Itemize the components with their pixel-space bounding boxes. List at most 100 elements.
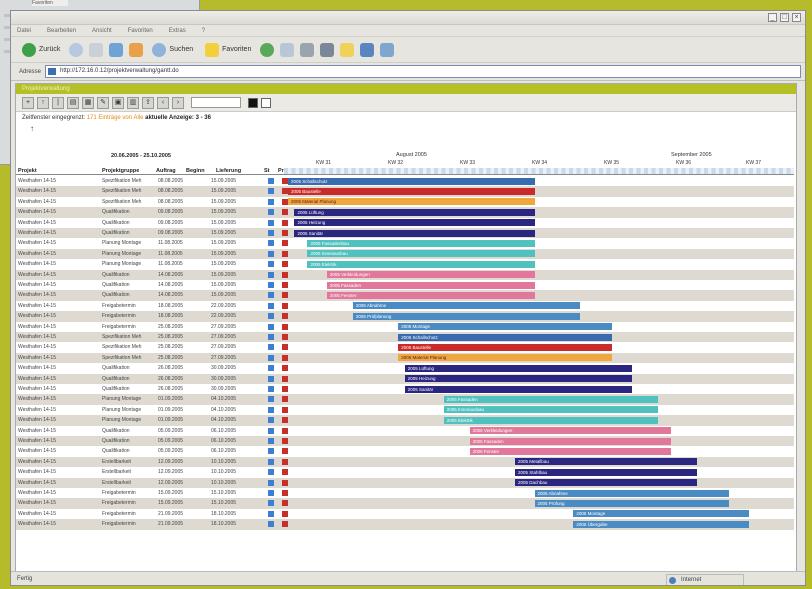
table-row[interactable]: Westhafen 14-15 Qualifikation 09.08.2005 15… [16, 228, 794, 239]
priority-flag-icon[interactable] [282, 209, 288, 216]
status-flag-icon[interactable] [268, 302, 274, 309]
gantt-bar[interactable]: 2005 Fassadenbau [307, 239, 535, 247]
stop-icon[interactable] [89, 42, 104, 57]
chart-icon[interactable]: ▤ [67, 96, 79, 109]
home-icon[interactable] [129, 42, 144, 57]
status-flag-icon[interactable] [268, 334, 274, 340]
menu-edit[interactable]: Bearbeiten [47, 28, 76, 34]
table-row[interactable]: Westhafen 14-15 Spezifikation Meh 25.08.20… [16, 352, 794, 364]
priority-flag-icon[interactable] [282, 323, 288, 330]
gantt-bar[interactable]: 2005 Fassaden [469, 437, 671, 445]
status-flag-icon[interactable] [268, 386, 274, 392]
table-row[interactable]: Westhafen 14-15 Planung Montage 01.09.2005… [16, 394, 794, 405]
status-flag-icon[interactable] [268, 292, 274, 299]
gantt-bar[interactable]: 2005 Schallschutz [398, 333, 613, 341]
messenger-icon[interactable] [360, 42, 375, 57]
status-flag-icon[interactable] [268, 365, 274, 372]
table-row[interactable]: Westhafen 14-15 Spezifikation Meh 25.08.20… [16, 342, 794, 353]
gantt-bar[interactable]: 2005 Sanitär [404, 385, 632, 393]
menu-view[interactable]: Ansicht [92, 28, 112, 34]
gantt-bar[interactable]: 2005 Heizung [294, 219, 535, 227]
table-row[interactable]: Westhafen 14-15 Spezifikation Meh 08.08.20… [16, 176, 794, 187]
priority-flag-icon[interactable] [282, 458, 288, 465]
table-row[interactable]: Westhafen 14-15 Qualifikation 14.08.2005 15… [16, 280, 794, 291]
gantt-bar[interactable]: 2005 Prüfung [534, 499, 730, 507]
table-row[interactable]: Westhafen 14-15 Freigabetermin 21.09.2005 1… [16, 508, 794, 520]
status-flag-icon[interactable] [268, 490, 274, 496]
mail-icon[interactable] [280, 42, 295, 57]
table-row[interactable]: Westhafen 14-15 Spezifikation Meh 25.08.20… [16, 332, 794, 343]
status-flag-icon[interactable] [268, 479, 274, 486]
gantt-bar[interactable]: 2005 Fassaden [443, 395, 658, 403]
status-flag-icon[interactable] [268, 250, 274, 257]
table-row[interactable]: Westhafen 14-15 Freigabetermin 18.08.2005 2… [16, 300, 794, 312]
background-window-tab[interactable]: Favoriten [32, 0, 68, 6]
status-flag-icon[interactable] [268, 375, 274, 382]
gantt-bar[interactable]: 2005 Prüfplanung [352, 312, 580, 320]
table-row[interactable]: Westhafen 14-15 Planung Montage 01.09.2005… [16, 404, 794, 416]
menu-help[interactable]: ? [202, 28, 205, 34]
status-flag-icon[interactable] [268, 344, 274, 351]
gantt-bar[interactable]: 2005 Sanitär [294, 229, 535, 237]
right-arrow-icon[interactable]: › [172, 96, 184, 109]
priority-flag-icon[interactable] [282, 438, 288, 444]
gantt-bar[interactable]: 2005 Fassaden [326, 281, 535, 289]
priority-flag-icon[interactable] [282, 521, 288, 528]
table-row[interactable]: Westhafen 14-15 Planung Montage 11.08.2005… [16, 248, 794, 260]
gantt-bar[interactable]: 2005 Übergabe [573, 520, 749, 528]
status-flag-icon[interactable] [268, 521, 274, 528]
status-flag-icon[interactable] [268, 354, 274, 361]
status-flag-icon[interactable] [268, 282, 274, 288]
status-flag-icon[interactable] [268, 240, 274, 247]
gantt-bar[interactable]: 2005 Stahlbau [515, 468, 697, 476]
chart-icon[interactable]: ▥ [127, 96, 139, 109]
refresh-icon[interactable] [109, 42, 124, 57]
table-row[interactable]: Westhafen 14-15 Qualifikation 05.09.2005 06… [16, 425, 794, 436]
history-icon[interactable] [260, 42, 275, 57]
priority-flag-icon[interactable] [282, 334, 288, 340]
priority-flag-icon[interactable] [282, 250, 288, 257]
table-row[interactable]: Westhafen 14-15 Spezifikation Meh 08.08.20… [16, 196, 794, 208]
priority-flag-icon[interactable] [282, 479, 288, 486]
table-row[interactable]: Westhafen 14-15 Qualifikation 14.08.2005 15… [16, 269, 794, 280]
gantt-bar[interactable]: 2005 Verkleidungen [326, 271, 535, 279]
table-row[interactable]: Westhafen 14-15 Qualifikation 26.08.2005 30… [16, 384, 794, 395]
gantt-bar[interactable]: 2005 Lüftung [294, 208, 535, 216]
light-color-icon[interactable] [261, 97, 271, 108]
priority-flag-icon[interactable] [282, 313, 288, 320]
status-flag-icon[interactable] [268, 230, 274, 236]
gantt-bar[interactable]: 2005 Baustelle [288, 187, 535, 195]
filter-total[interactable]: Alle [133, 115, 143, 121]
status-flag-icon[interactable] [268, 438, 274, 444]
priority-flag-icon[interactable] [282, 375, 288, 382]
table-row[interactable]: Westhafen 14-15 Planung Montage 11.08.2005… [16, 259, 794, 270]
gantt-bar[interactable]: 2005 Baustelle [398, 343, 613, 351]
back-button[interactable]: Zurück [19, 40, 63, 60]
gantt-bar[interactable]: 2005 Material Planung [398, 354, 613, 362]
priority-flag-icon[interactable] [282, 396, 288, 403]
address-input[interactable]: http://172.16.0.12/projektverwaltung/gan… [45, 65, 801, 78]
sort-arrow-icon[interactable]: ↑ [16, 124, 796, 138]
search-button[interactable]: Suchen [149, 40, 196, 60]
status-flag-icon[interactable] [268, 178, 274, 184]
close-icon[interactable]: × [792, 13, 801, 22]
priority-flag-icon[interactable] [282, 354, 288, 361]
table-row[interactable]: Westhafen 14-15 Freigabetermin 18.08.2005 2… [16, 311, 794, 322]
status-flag-icon[interactable] [268, 510, 274, 517]
gantt-bar[interactable]: 2005 Lüftung [404, 364, 632, 372]
table-row[interactable]: Westhafen 14-15 Qualifikation 05.09.2005 06… [16, 446, 794, 457]
priority-flag-icon[interactable] [282, 230, 288, 236]
gantt-bar[interactable]: 2005 Fenster [326, 291, 535, 299]
table-row[interactable]: Westhafen 14-15 Erstellbarkeit 12.09.2005 1… [16, 467, 794, 478]
priority-flag-icon[interactable] [282, 271, 288, 278]
quick-search-input[interactable] [191, 97, 241, 108]
gantt-bar[interactable]: 2005 Montage [398, 323, 613, 331]
status-flag-icon[interactable] [268, 406, 274, 413]
minimize-icon[interactable]: _ [768, 13, 777, 22]
gantt-bar[interactable]: 2005 Schallschutz [288, 177, 535, 185]
priority-flag-icon[interactable] [282, 427, 288, 434]
table-row[interactable]: Westhafen 14-15 Erstellbarkeit 12.09.2005 1… [16, 477, 794, 488]
priority-flag-icon[interactable] [282, 510, 288, 517]
table-row[interactable]: Westhafen 14-15 Qualifikation 26.08.2005 30… [16, 373, 794, 384]
edit-icon[interactable] [320, 42, 335, 57]
